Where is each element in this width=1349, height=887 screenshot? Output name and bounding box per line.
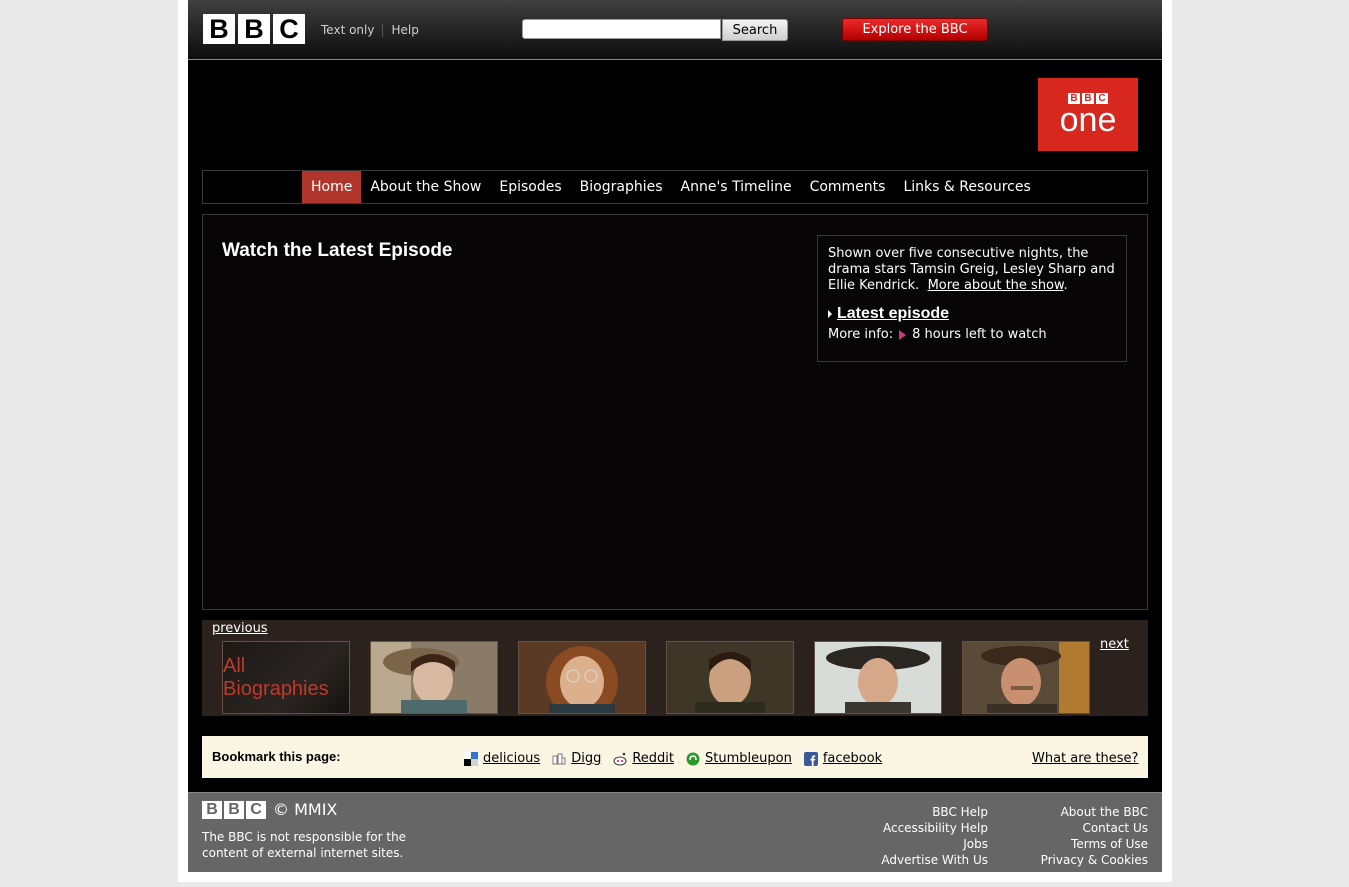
more-info-row: More info: 8 hours left to watch xyxy=(828,327,1116,342)
site-footer: B B C © MMIX The BBC is not responsible … xyxy=(188,792,1162,872)
search-button[interactable]: Search xyxy=(722,19,788,41)
nav-item-links-resources[interactable]: Links & Resources xyxy=(894,171,1039,203)
bbc-logo[interactable]: B B C xyxy=(203,14,305,44)
footer-links-col2: About the BBC Contact Us Terms of Use Pr… xyxy=(1041,804,1148,868)
explore-the-bbc-button[interactable]: Explore the BBC xyxy=(842,18,988,41)
footer-bbc-logo[interactable]: B B C xyxy=(202,800,266,819)
biography-carousel: previous next All Biographies xyxy=(202,620,1148,716)
footer-logo-letter: B xyxy=(202,800,222,819)
footer-links-col1: BBC Help Accessibility Help Jobs Adverti… xyxy=(881,804,988,868)
bookmark-bar: Bookmark this page: delicious Digg Reddi… xyxy=(202,736,1148,778)
reddit-icon xyxy=(613,752,627,765)
search-input[interactable] xyxy=(522,19,721,39)
show-description: Shown over five consecutive nights, the … xyxy=(828,246,1116,294)
footer-link-privacy[interactable]: Privacy & Cookies xyxy=(1041,852,1148,868)
portrait-young-man[interactable] xyxy=(666,641,794,714)
portrait-woman-hat[interactable] xyxy=(814,641,942,714)
portrait-girl-glasses[interactable] xyxy=(518,641,646,714)
footer-link-bbc-help[interactable]: BBC Help xyxy=(881,804,988,820)
nav-item-episodes[interactable]: Episodes xyxy=(490,171,570,203)
bbc-one-logo[interactable]: B B C one xyxy=(1038,78,1138,151)
bookmark-digg-link[interactable]: Digg xyxy=(552,751,601,766)
portrait-girl-hat-image xyxy=(371,642,497,713)
portrait-young-man-image xyxy=(667,642,793,713)
site-wrapper: B B C Text only Help Search Explore the … xyxy=(188,0,1162,872)
bookmark-stumbleupon-label: Stumbleupon xyxy=(705,751,792,766)
footer-disclaimer: The BBC is not responsible for the conte… xyxy=(202,830,407,860)
footer-link-accessibility-help[interactable]: Accessibility Help xyxy=(881,820,988,836)
footer-link-contact-us[interactable]: Contact Us xyxy=(1041,820,1148,836)
page-title: Watch the Latest Episode xyxy=(222,240,453,261)
latest-episode-link[interactable]: Latest episode xyxy=(837,305,949,323)
nav-item-biographies[interactable]: Biographies xyxy=(571,171,672,203)
footer-link-advertise[interactable]: Advertise With Us xyxy=(881,852,988,868)
main-panel: Watch the Latest Episode Shown over five… xyxy=(202,214,1148,610)
bookmark-reddit-label: Reddit xyxy=(632,751,675,766)
more-info-label: More info: xyxy=(828,327,894,342)
iplayer-icon xyxy=(899,329,907,340)
footer-logo-letter: B xyxy=(224,800,244,819)
footer-logo-letter: C xyxy=(246,800,266,819)
masthead-links: Text only Help xyxy=(321,23,419,37)
footer-link-about-bbc[interactable]: About the BBC xyxy=(1041,804,1148,820)
more-about-show-link[interactable]: More about the show xyxy=(928,278,1064,293)
page-container: B B C Text only Help Search Explore the … xyxy=(178,0,1172,882)
copyright-text: © MMIX xyxy=(273,800,338,819)
bookmark-label: Bookmark this page: xyxy=(212,749,341,764)
nav-item-comments[interactable]: Comments xyxy=(801,171,895,203)
all-biographies-tile[interactable]: All Biographies xyxy=(222,641,350,714)
nav-item-home[interactable]: Home xyxy=(302,171,362,203)
footer-link-terms[interactable]: Terms of Use xyxy=(1041,836,1148,852)
portrait-girl-glasses-image xyxy=(519,642,645,713)
help-link[interactable]: Help xyxy=(391,23,418,37)
portrait-man-hat-image xyxy=(963,642,1089,713)
bookmark-delicious-link[interactable]: delicious xyxy=(464,751,540,766)
bookmark-facebook-link[interactable]: facebook xyxy=(803,751,883,766)
footer-link-jobs[interactable]: Jobs xyxy=(881,836,988,852)
latest-episode-row: Latest episode xyxy=(828,305,1116,323)
availability-text: 8 hours left to watch xyxy=(912,327,1047,342)
stumbleupon-icon xyxy=(686,752,700,765)
text-only-link[interactable]: Text only xyxy=(321,23,374,37)
arrow-right-icon xyxy=(828,310,832,318)
show-navigation: Home About the Show Episodes Biographies… xyxy=(202,170,1148,204)
facebook-icon xyxy=(803,751,818,766)
carousel-previous-link[interactable]: previous xyxy=(212,621,268,636)
bbc-logo-letter: B xyxy=(238,14,270,44)
portrait-girl-hat[interactable] xyxy=(370,641,498,714)
bbc-one-logo-word: one xyxy=(1059,101,1117,139)
show-info-box: Shown over five consecutive nights, the … xyxy=(817,235,1127,362)
bbc-masthead: B B C Text only Help Search Explore the … xyxy=(188,0,1162,60)
bookmark-delicious-label: delicious xyxy=(483,751,541,766)
bookmark-facebook-label: facebook xyxy=(822,751,883,766)
portrait-man-hat[interactable] xyxy=(962,641,1090,714)
bookmark-reddit-link[interactable]: Reddit xyxy=(613,751,674,766)
what-are-these-link[interactable]: What are these? xyxy=(1032,751,1138,766)
bbc-logo-letter: B xyxy=(203,14,235,44)
link-divider xyxy=(382,24,384,37)
footer-logo: B B C © MMIX xyxy=(202,800,337,819)
bookmark-links: delicious Digg Reddit Stumbleupon facebo… xyxy=(464,751,894,766)
nav-item-about-the-show[interactable]: About the Show xyxy=(361,171,490,203)
description-end: . xyxy=(1063,278,1068,293)
portrait-woman-hat-image xyxy=(815,642,941,713)
bbc-logo-letter: C xyxy=(273,14,305,44)
bookmark-digg-label: Digg xyxy=(571,751,602,766)
delicious-icon xyxy=(464,751,478,766)
digg-icon xyxy=(552,753,566,764)
carousel-next-link[interactable]: next xyxy=(1100,637,1129,652)
nav-item-annes-timeline[interactable]: Anne's Timeline xyxy=(672,171,801,203)
all-biographies-label: All Biographies xyxy=(223,654,329,700)
bookmark-stumbleupon-link[interactable]: Stumbleupon xyxy=(686,751,792,766)
